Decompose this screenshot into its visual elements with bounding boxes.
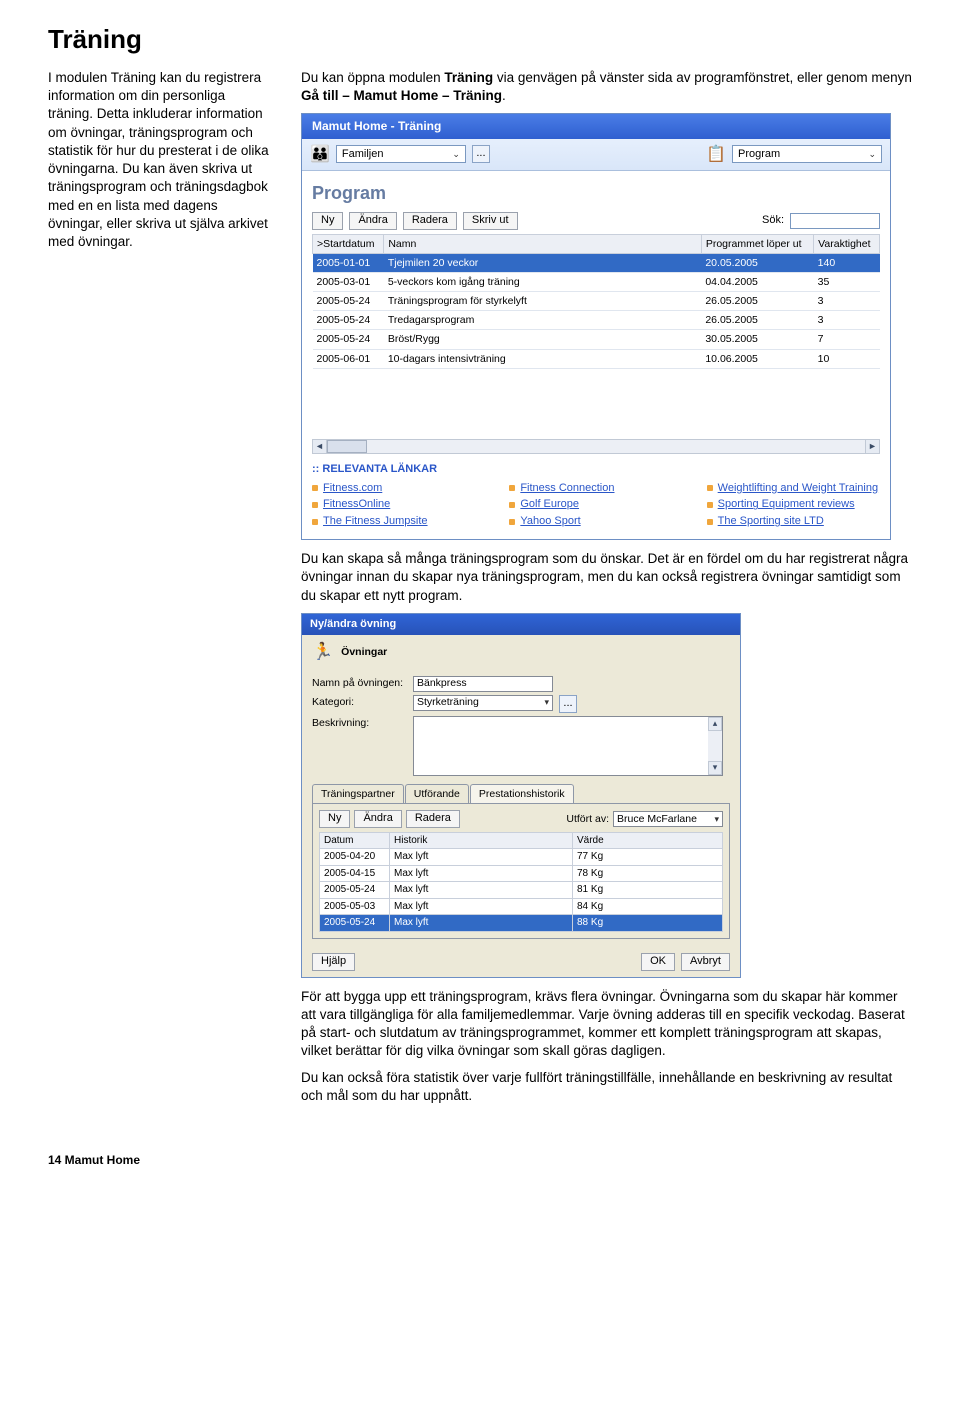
col-historik[interactable]: Historik bbox=[390, 832, 573, 849]
section-heading: Program bbox=[312, 181, 880, 205]
scroll-up-icon[interactable]: ▴ bbox=[708, 717, 722, 731]
table-row[interactable]: 2005-01-01Tjejmilen 20 veckor20.05.20051… bbox=[313, 253, 880, 272]
window-titlebar: Mamut Home - Träning bbox=[302, 114, 890, 138]
label-kategori: Kategori: bbox=[312, 695, 407, 709]
col-namn[interactable]: Namn bbox=[384, 234, 702, 253]
scroll-left-icon[interactable]: ◄ bbox=[312, 439, 327, 454]
tab-utforande[interactable]: Utförande bbox=[405, 784, 469, 803]
col-loper[interactable]: Programmet löper ut bbox=[701, 234, 813, 253]
input-namn[interactable]: Bänkpress bbox=[413, 676, 553, 692]
table-row[interactable]: 2005-04-15Max lyft78 Kg bbox=[320, 865, 723, 882]
link-item[interactable]: The Fitness Jumpsite bbox=[312, 514, 485, 529]
table-row[interactable]: 2005-06-0110-dagars intensivträning10.06… bbox=[313, 349, 880, 368]
dialog-heading: Övningar bbox=[341, 645, 387, 659]
program-table: >Startdatum Namn Programmet löper ut Var… bbox=[312, 234, 880, 369]
window-toolbar: Familjen⌄ ... Program⌄ bbox=[302, 139, 890, 172]
col-varakt[interactable]: Varaktighet bbox=[814, 234, 880, 253]
tab-prestationshistorik[interactable]: Prestationshistorik bbox=[470, 784, 574, 803]
exercise-dialog: Ny/ändra övning Övningar Namn på övninge… bbox=[301, 613, 741, 978]
skriv-ut-button[interactable]: Skriv ut bbox=[463, 212, 518, 230]
dlg-radera-button[interactable]: Radera bbox=[406, 810, 460, 828]
table-row[interactable]: 2005-05-24Max lyft88 Kg bbox=[320, 915, 723, 932]
avbryt-button[interactable]: Avbryt bbox=[681, 953, 730, 971]
exercise-icon bbox=[312, 641, 333, 664]
dlg-ny-button[interactable]: Ny bbox=[319, 810, 350, 828]
andra-button[interactable]: Ändra bbox=[349, 212, 396, 230]
col-start[interactable]: >Startdatum bbox=[313, 234, 384, 253]
horizontal-scrollbar[interactable]: ◄ ► bbox=[312, 439, 880, 454]
end-paragraph-2: Du kan också föra statistik över varje f… bbox=[301, 1069, 912, 1105]
right-intro: Du kan öppna modulen Träning via genväge… bbox=[301, 69, 912, 105]
scroll-down-icon[interactable]: ▾ bbox=[708, 761, 722, 775]
label-beskr: Beskrivning: bbox=[312, 716, 407, 730]
textarea-beskrivning[interactable]: ▴ ▾ bbox=[413, 716, 723, 776]
input-kategori[interactable]: Styrketräning▾ bbox=[413, 695, 553, 711]
link-item[interactable]: Yahoo Sport bbox=[509, 514, 682, 529]
page-footer: 14 Mamut Home bbox=[48, 1153, 912, 1167]
link-item[interactable]: Sporting Equipment reviews bbox=[707, 497, 880, 512]
table-row[interactable]: 2005-05-24Tredagarsprogram26.05.20053 bbox=[313, 311, 880, 330]
program-icon bbox=[706, 144, 726, 166]
radera-button[interactable]: Radera bbox=[403, 212, 457, 230]
program-dropdown[interactable]: Program⌄ bbox=[732, 145, 882, 163]
tab-panel: Ny Ändra Radera Utfört av: Bruce McFarla… bbox=[312, 803, 730, 939]
col-datum[interactable]: Datum bbox=[320, 832, 390, 849]
link-item[interactable]: Golf Europe bbox=[509, 497, 682, 512]
links-header: :: RELEVANTA LÄNKAR bbox=[312, 462, 880, 477]
table-row[interactable]: 2005-05-24Bröst/Rygg30.05.20057 bbox=[313, 330, 880, 349]
table-row[interactable]: 2005-05-24Max lyft81 Kg bbox=[320, 882, 723, 899]
dialog-titlebar: Ny/ändra övning bbox=[302, 614, 740, 635]
link-item[interactable]: Fitness Connection bbox=[509, 481, 682, 496]
family-icon bbox=[310, 144, 330, 166]
scroll-right-icon[interactable]: ► bbox=[865, 439, 880, 454]
mid-paragraph: Du kan skapa så många träningsprogram so… bbox=[301, 550, 912, 605]
ok-button[interactable]: OK bbox=[641, 953, 675, 971]
link-item[interactable]: Weightlifting and Weight Training bbox=[707, 481, 880, 496]
history-table: Datum Historik Värde 2005-04-20Max lyft7… bbox=[319, 832, 723, 932]
search-input[interactable] bbox=[790, 213, 880, 229]
dlg-andra-button[interactable]: Ändra bbox=[354, 810, 401, 828]
left-column-text: I modulen Träning kan du registrera info… bbox=[48, 69, 273, 251]
hjalp-button[interactable]: Hjälp bbox=[312, 953, 355, 971]
link-item[interactable]: The Sporting site LTD bbox=[707, 514, 880, 529]
link-item[interactable]: Fitness.com bbox=[312, 481, 485, 496]
end-paragraph-1: För att bygga upp ett träningsprogram, k… bbox=[301, 988, 912, 1061]
table-row[interactable]: 2005-05-03Max lyft84 Kg bbox=[320, 898, 723, 915]
page-title: Träning bbox=[48, 24, 912, 55]
utfort-dropdown[interactable]: Bruce McFarlane▾ bbox=[613, 811, 723, 827]
label-namn: Namn på övningen: bbox=[312, 676, 407, 690]
tab-traningspartner[interactable]: Träningspartner bbox=[312, 784, 404, 803]
ny-button[interactable]: Ny bbox=[312, 212, 343, 230]
kategori-browse-button[interactable]: ... bbox=[559, 695, 577, 713]
family-dropdown[interactable]: Familjen⌄ bbox=[336, 145, 466, 163]
col-varde[interactable]: Värde bbox=[573, 832, 723, 849]
browse-button[interactable]: ... bbox=[472, 145, 490, 163]
table-row[interactable]: 2005-04-20Max lyft77 Kg bbox=[320, 849, 723, 866]
link-item[interactable]: FitnessOnline bbox=[312, 497, 485, 512]
program-window: Mamut Home - Träning Familjen⌄ ... Progr… bbox=[301, 113, 891, 540]
utfort-label: Utfört av: bbox=[566, 812, 609, 826]
left-text: I modulen Träning kan du registrera info… bbox=[48, 70, 269, 249]
table-row[interactable]: 2005-05-24Träningsprogram för styrkelyft… bbox=[313, 292, 880, 311]
table-row[interactable]: 2005-03-015-veckors kom igång träning04.… bbox=[313, 272, 880, 291]
sok-label: Sök: bbox=[762, 213, 784, 228]
